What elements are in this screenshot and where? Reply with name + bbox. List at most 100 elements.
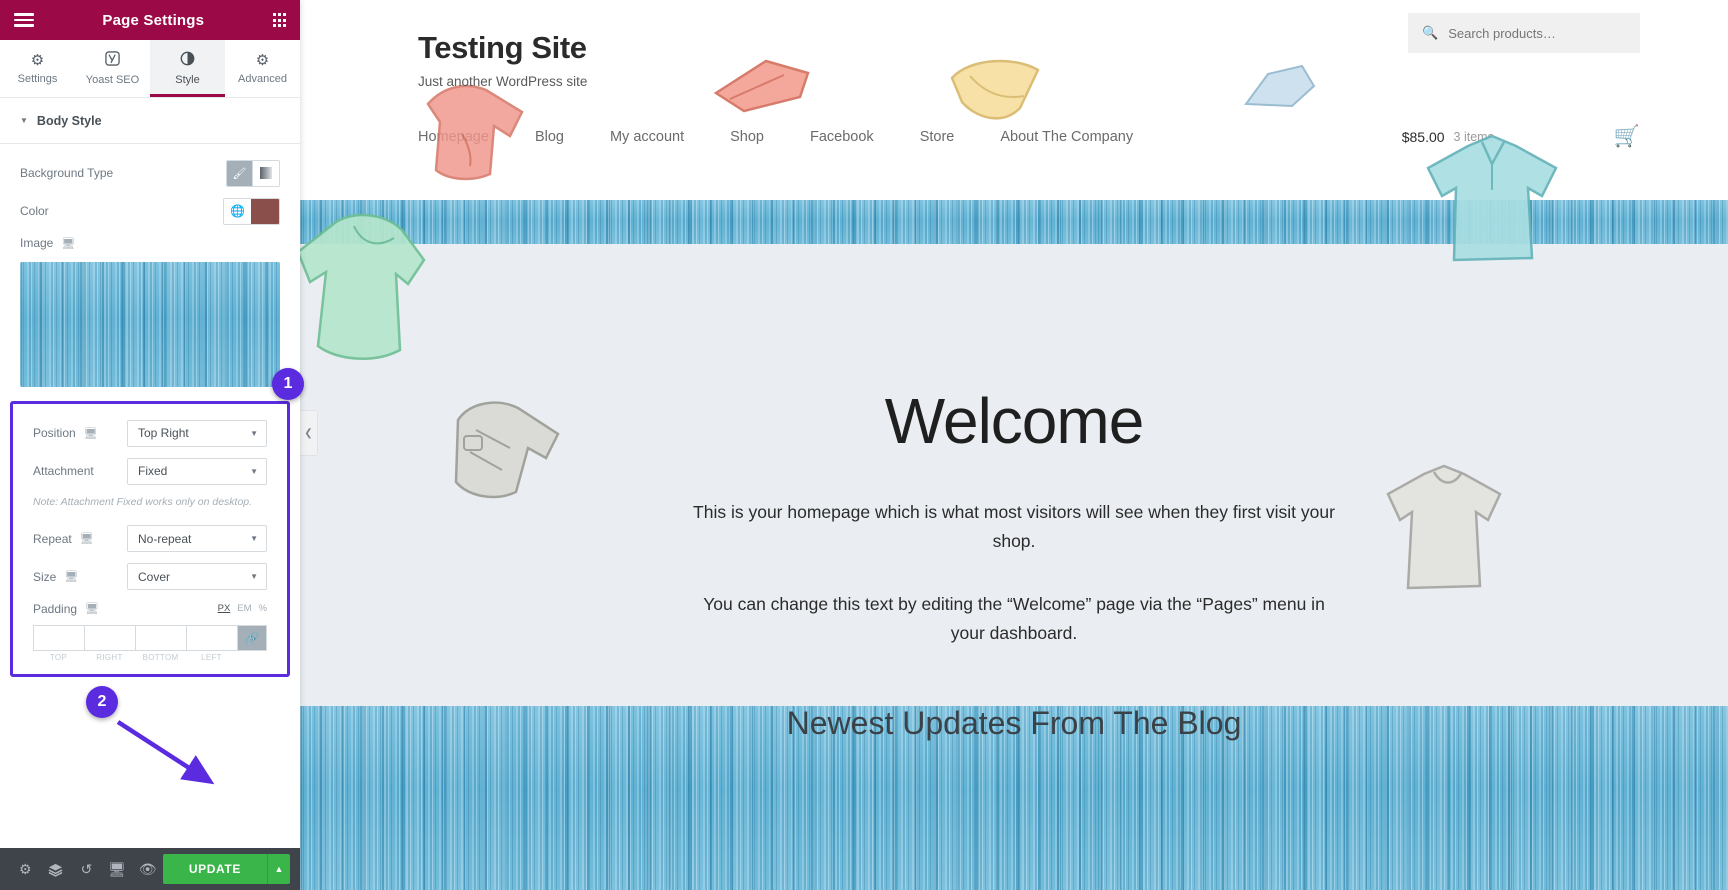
attachment-label: Attachment <box>33 464 94 478</box>
nav-item-facebook[interactable]: Facebook <box>810 129 874 145</box>
gradient-icon[interactable] <box>253 160 279 186</box>
tab-style-label: Style <box>175 74 200 86</box>
annotation-badge-2: 2 <box>86 686 118 718</box>
chevron-down-icon: ▼ <box>20 116 28 125</box>
tab-settings[interactable]: ⚙ Settings <box>0 40 75 97</box>
gear-icon[interactable]: ⚙ <box>10 848 41 890</box>
attachment-note: Note: Attachment Fixed works only on des… <box>33 496 253 508</box>
hero-paragraph-2: You can change this text by editing the … <box>703 593 1325 643</box>
control-image: Image 🖥 <box>0 230 300 256</box>
site-preview-frame: Testing Site Just another WordPress site… <box>300 0 1728 890</box>
section-body-style[interactable]: ▼ Body Style <box>0 98 300 144</box>
image-label-text: Image <box>20 236 54 250</box>
product-search-box[interactable]: 🔍 <box>1408 13 1640 53</box>
search-input[interactable] <box>1448 25 1626 41</box>
desktop-icon[interactable]: 🖥 <box>61 237 75 250</box>
control-color: Color 🌐 <box>0 192 300 230</box>
padding-bottom-input[interactable] <box>135 624 186 651</box>
section-body-style-label: Body Style <box>36 113 102 128</box>
padding-top-input[interactable] <box>33 624 84 651</box>
panel-header: Page Settings <box>0 0 300 40</box>
gear-icon: ⚙ <box>30 51 45 69</box>
hero-heading: Welcome <box>884 385 1145 457</box>
update-button[interactable]: UPDATE <box>162 854 267 884</box>
yoast-logo-icon <box>105 51 120 69</box>
history-icon[interactable]: ↺ <box>71 848 102 890</box>
size-select[interactable]: Cover ▼ <box>127 563 267 591</box>
blog-section-heading: Newest Updates From The Blog <box>786 705 1242 741</box>
attachment-select[interactable]: Fixed ▼ <box>127 457 267 485</box>
desktop-icon[interactable]: 🖥 <box>64 570 78 583</box>
panel-footer: ⚙ ↺ 🖥 👁 UPDATE ▲ <box>0 848 300 890</box>
desktop-icon[interactable]: 🖥 <box>80 532 94 545</box>
tab-yoast-seo-label: Yoast SEO <box>85 74 140 86</box>
nav-item-my-account[interactable]: My account <box>610 129 684 145</box>
position-select[interactable]: Top Right ▼ <box>127 419 267 447</box>
tab-yoast-seo[interactable]: Yoast SEO <box>75 40 150 97</box>
padding-bottom-caption: BOTTOM <box>142 652 179 662</box>
padding-unit-percent[interactable]: % <box>259 603 267 614</box>
brush-icon[interactable]: 🖌 <box>227 160 253 186</box>
padding-right-input[interactable] <box>84 624 135 651</box>
size-label-text: Size <box>33 569 57 584</box>
layers-icon[interactable] <box>41 848 72 890</box>
panel-body: Background Type 🖌 Color 🌐 Image 🖥 Positi… <box>0 144 300 848</box>
tab-settings-label: Settings <box>17 72 58 85</box>
shopping-basket-icon[interactable]: 🛒 <box>1614 125 1640 149</box>
position-label: Position 🖥 <box>33 426 127 440</box>
size-label: Size 🖥 <box>33 570 127 584</box>
panel-title: Page Settings <box>102 11 205 29</box>
chevron-down-icon: ▼ <box>250 572 258 582</box>
padding-right-caption: RIGHT <box>96 652 123 662</box>
control-size: Size 🖥 Cover ▼ <box>13 558 287 596</box>
color-picker: 🌐 <box>223 197 280 225</box>
hero-paragraph-1: This is your homepage which is what most… <box>693 502 1335 551</box>
padding-left-caption: LEFT <box>201 652 222 662</box>
nav-item-about-the-company[interactable]: About The Company <box>1000 129 1133 145</box>
control-padding: Padding 🖥 PX EM % <box>13 596 287 622</box>
position-value: Top Right <box>138 426 189 440</box>
background-type-toggle: 🖌 <box>226 159 280 187</box>
padding-unit-switcher: PX EM % <box>218 603 267 614</box>
chain-link-icon[interactable]: 🔗 <box>237 624 267 651</box>
doodle-shirt-coral-left <box>426 84 524 181</box>
hero-content: Welcome This is your homepage which is w… <box>300 244 1728 648</box>
background-settings-group: Position 🖥 Top Right ▼ Attachment Fixed … <box>10 401 290 677</box>
control-background-type: Background Type 🖌 <box>0 154 300 192</box>
search-icon: 🔍 <box>1422 25 1439 40</box>
panel-collapse-handle[interactable]: ❮ <box>300 410 318 456</box>
nav-item-shop[interactable]: Shop <box>730 129 764 145</box>
gear-icon: ⚙ <box>255 51 270 69</box>
position-label-text: Position <box>33 426 76 440</box>
responsive-desktop-icon[interactable]: 🖥 <box>102 848 133 890</box>
annotation-badge-1: 1 <box>272 368 304 400</box>
desktop-icon[interactable]: 🖥 <box>85 602 99 615</box>
tab-advanced-label: Advanced <box>238 72 287 85</box>
nav-item-store[interactable]: Store <box>920 129 955 145</box>
hamburger-icon[interactable] <box>14 13 34 27</box>
preview-eye-icon[interactable]: 👁 <box>132 848 163 890</box>
tab-advanced[interactable]: ⚙ Advanced <box>225 40 300 97</box>
padding-unit-em[interactable]: EM <box>237 603 251 614</box>
chevron-down-icon: ▼ <box>250 428 258 438</box>
padding-label-text: Padding <box>33 601 78 616</box>
color-swatch[interactable] <box>251 198 279 224</box>
padding-unit-px[interactable]: PX <box>218 603 231 614</box>
padding-label: Padding 🖥 <box>33 602 218 616</box>
control-repeat: Repeat 🖥 No-repeat ▼ <box>13 520 287 558</box>
update-options-caret[interactable]: ▲ <box>266 854 291 884</box>
size-value: Cover <box>138 569 171 584</box>
padding-left-input[interactable] <box>186 624 237 651</box>
repeat-label-text: Repeat <box>33 531 72 546</box>
chevron-down-icon: ▼ <box>250 534 258 544</box>
globe-icon[interactable]: 🌐 <box>224 198 251 224</box>
control-attachment: Attachment Fixed ▼ <box>13 452 287 490</box>
grid-apps-icon[interactable] <box>272 13 286 27</box>
repeat-select[interactable]: No-repeat ▼ <box>127 525 267 553</box>
site-header: Testing Site Just another WordPress site… <box>300 0 1728 89</box>
site-tagline: Just another WordPress site <box>418 74 588 89</box>
background-image-preview[interactable] <box>20 262 280 387</box>
desktop-icon[interactable]: 🖥 <box>84 427 98 440</box>
tab-style[interactable]: Style <box>150 40 225 97</box>
padding-top-caption: TOP <box>49 652 68 662</box>
